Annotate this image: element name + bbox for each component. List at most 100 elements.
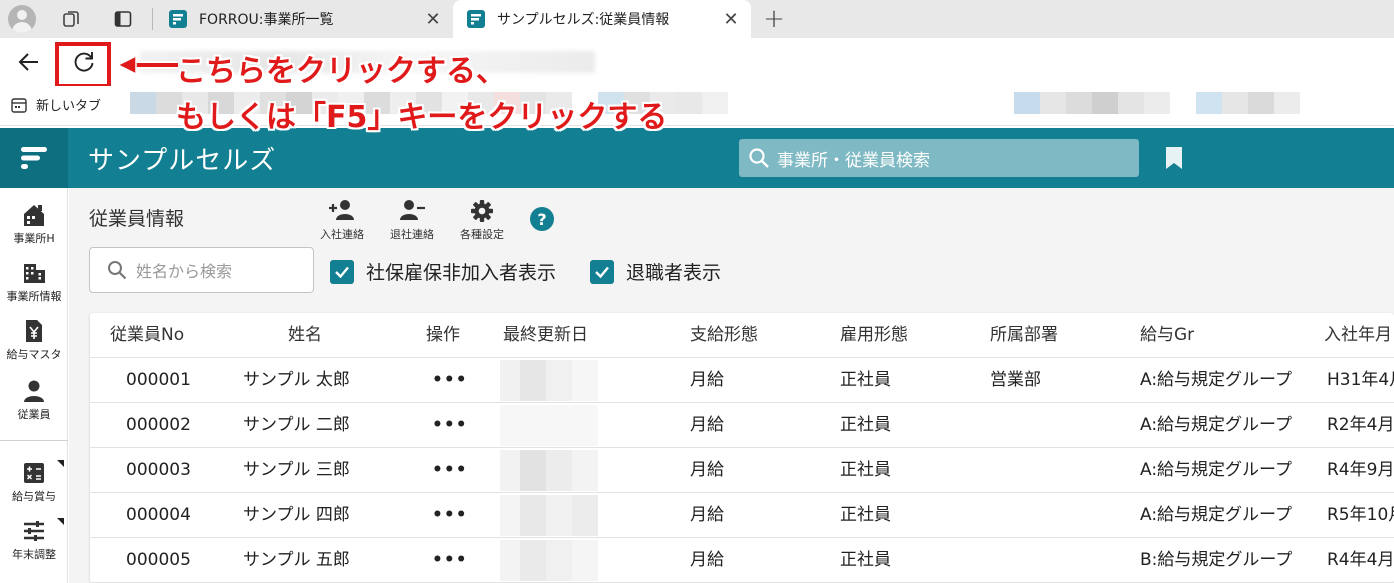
cell-employee-no: 000001 xyxy=(126,370,191,390)
cell-join-date: R4年9月 xyxy=(1327,460,1394,480)
checkbox-checked[interactable] xyxy=(590,259,614,284)
submenu-indicator xyxy=(57,518,64,525)
column-header-employee-no[interactable]: 従業員No xyxy=(110,313,184,358)
table-row[interactable]: 000004 サンプル 四郎 ••• 月給 正社員 A:給与規定グループ R5年… xyxy=(90,493,1394,538)
sidebar-item-year-end-adjustment[interactable]: 年末調整 xyxy=(0,518,68,562)
collections-icon[interactable] xyxy=(61,9,81,29)
hire-notice-button[interactable]: 入社連絡 xyxy=(312,198,372,242)
submenu-indicator xyxy=(57,460,64,467)
back-arrow-icon[interactable] xyxy=(16,49,42,75)
checkbox-checked[interactable] xyxy=(330,259,354,284)
cell-employment-type: 正社員 xyxy=(840,460,891,480)
cell-employment-type: 正社員 xyxy=(840,370,891,390)
gear-icon xyxy=(471,200,493,222)
cell-pay-type: 月給 xyxy=(690,460,724,480)
resignation-notice-button[interactable]: 退社連絡 xyxy=(382,198,442,242)
yen-document-icon xyxy=(26,320,42,342)
cell-pay-type: 月給 xyxy=(690,415,724,435)
row-actions-menu-icon[interactable]: ••• xyxy=(432,493,468,538)
tab-forrou-office-list[interactable]: FORROU:事業所一覧 ✕ xyxy=(155,0,453,38)
tab-separator xyxy=(152,8,153,30)
help-icon[interactable]: ? xyxy=(529,206,555,232)
name-search-placeholder: 姓名から検索 xyxy=(136,262,233,281)
app-logo[interactable] xyxy=(0,128,68,188)
table-row[interactable]: 000003 サンプル 三郎 ••• 月給 正社員 A:給与規定グループ R4年… xyxy=(90,448,1394,493)
name-search-input[interactable]: 姓名から検索 xyxy=(89,247,314,293)
sidebar-item-label: 年末調整 xyxy=(12,548,56,561)
table-row[interactable]: 000001 サンプル 太郎 ••• 月給 正社員 営業部 A:給与規定グループ… xyxy=(90,358,1394,403)
bookmark-new-tab[interactable]: 新しいタブ xyxy=(10,95,101,114)
cell-name[interactable]: サンプル 四郎 xyxy=(243,493,350,538)
row-actions-menu-icon[interactable]: ••• xyxy=(432,358,468,403)
tab-sample-cells-employee-info[interactable]: サンプルセルズ:従業員情報 ✕ xyxy=(453,0,751,38)
new-tab-button[interactable]: + xyxy=(762,4,786,34)
check-icon xyxy=(595,266,609,278)
column-header-name[interactable]: 姓名 xyxy=(288,313,322,358)
tab-title: サンプルセルズ:従業員情報 xyxy=(497,12,670,28)
show-uninsured-checkbox[interactable]: 社保雇保非加入者表示 xyxy=(330,258,556,285)
column-header-join-date[interactable]: 入社年月 xyxy=(1324,313,1392,358)
close-tab-icon[interactable]: ✕ xyxy=(721,9,741,30)
svg-text:?: ? xyxy=(537,210,546,229)
cell-join-date: R5年10月 xyxy=(1327,505,1394,525)
checkbox-label: 退職者表示 xyxy=(626,262,722,284)
calendar-icon xyxy=(11,97,27,113)
cell-salary-group: A:給与規定グループ xyxy=(1140,370,1293,390)
cell-employment-type: 正社員 xyxy=(840,550,891,570)
table-header-row: 従業員No 姓名 操作 最終更新日 支給形態 雇用形態 所属部署 給与Gr 入社… xyxy=(90,313,1394,358)
tab-title: FORROU:事業所一覧 xyxy=(199,12,334,28)
page-title: 従業員情報 xyxy=(89,208,185,230)
office-employee-search-input[interactable]: 事業所・従業員検索 xyxy=(739,139,1139,177)
bookmark-icon[interactable] xyxy=(1163,146,1185,170)
table-row[interactable]: 000002 サンプル 二郎 ••• 月給 正社員 A:給与規定グループ R2年… xyxy=(90,403,1394,448)
toolbar-label: 各種設定 xyxy=(460,228,504,241)
app-title: サンプルセルズ xyxy=(88,146,277,176)
cell-pay-type: 月給 xyxy=(690,370,724,390)
cell-name[interactable]: サンプル 太郎 xyxy=(243,358,350,403)
column-header-department[interactable]: 所属部署 xyxy=(990,313,1058,358)
forrou-logo-icon xyxy=(21,147,47,169)
show-retired-checkbox[interactable]: 退職者表示 xyxy=(590,258,721,285)
cell-join-date: R2年4月 xyxy=(1327,415,1394,435)
column-header-salary-group[interactable]: 給与Gr xyxy=(1140,313,1194,358)
column-header-last-updated[interactable]: 最終更新日 xyxy=(503,313,588,358)
sidebar-item-salary-master[interactable]: 給与マスタ xyxy=(0,318,68,362)
office-home-icon xyxy=(24,205,44,226)
toolbar-label: 入社連絡 xyxy=(320,228,364,241)
sidebar-item-payroll-bonus[interactable]: 給与賞与 xyxy=(0,460,68,504)
sidebar-item-office-home[interactable]: 事業所H xyxy=(0,202,68,246)
close-tab-icon[interactable]: ✕ xyxy=(423,9,443,30)
column-header-pay-type[interactable]: 支給形態 xyxy=(690,313,758,358)
table-row[interactable]: 000005 サンプル 五郎 ••• 月給 正社員 B:給与規定グループ R4年… xyxy=(90,538,1394,583)
cell-salary-group: A:給与規定グループ xyxy=(1140,460,1293,480)
cell-employee-no: 000002 xyxy=(126,415,191,435)
profile-avatar[interactable] xyxy=(8,5,36,33)
cell-employee-no: 000005 xyxy=(126,550,191,570)
search-icon xyxy=(749,148,769,168)
check-icon xyxy=(335,266,349,278)
sidebar-item-employees[interactable]: 従業員 xyxy=(0,378,68,422)
app-header: サンプルセルズ 事業所・従業員検索 xyxy=(0,128,1394,188)
vertical-tabs-icon[interactable] xyxy=(113,9,133,29)
cell-employment-type: 正社員 xyxy=(840,415,891,435)
sidebar-item-label: 事業所情報 xyxy=(6,290,62,303)
reload-icon[interactable] xyxy=(71,49,97,75)
cell-name[interactable]: サンプル 二郎 xyxy=(243,403,350,448)
row-actions-menu-icon[interactable]: ••• xyxy=(432,538,468,583)
person-remove-icon xyxy=(400,200,425,220)
sidebar-item-office-info[interactable]: 事業所情報 xyxy=(0,260,68,304)
cell-name[interactable]: サンプル 三郎 xyxy=(243,448,350,493)
cell-name[interactable]: サンプル 五郎 xyxy=(243,538,350,583)
main-content: 従業員情報 入社連絡 退社連絡 各種設定 ? 姓名から検索 社保雇保非加入者表示 xyxy=(69,188,1394,583)
cell-join-date: H31年4月 xyxy=(1327,370,1394,390)
row-actions-menu-icon[interactable]: ••• xyxy=(432,403,468,448)
row-actions-menu-icon[interactable]: ••• xyxy=(432,448,468,493)
annotation-text-line-2: もしくは「F5」キーをクリックする xyxy=(176,100,668,135)
settings-button[interactable]: 各種設定 xyxy=(452,198,512,242)
sidebar-item-label: 事業所H xyxy=(13,232,55,245)
cell-employee-no: 000003 xyxy=(126,460,191,480)
column-header-employment-type[interactable]: 雇用形態 xyxy=(840,313,908,358)
cell-employee-no: 000004 xyxy=(126,505,191,525)
annotation-arrow-icon xyxy=(116,54,178,76)
sidebar-item-label: 給与賞与 xyxy=(12,490,56,503)
